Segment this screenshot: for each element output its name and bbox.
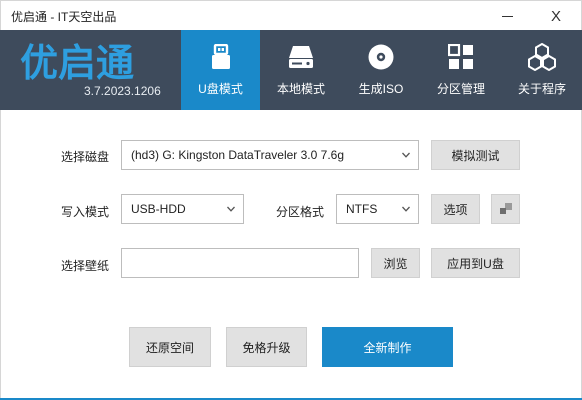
chevron-down-icon xyxy=(402,206,410,212)
close-icon: X xyxy=(550,7,561,25)
wallpaper-path-input[interactable] xyxy=(121,248,359,278)
write-mode-select[interactable]: USB-HDD xyxy=(121,194,244,224)
partition-format-label: 分区格式 xyxy=(276,205,325,219)
close-button[interactable]: X xyxy=(541,5,571,27)
tab-local-mode[interactable]: 本地模式 xyxy=(262,30,340,110)
disk-select-value: (hd3) G: Kingston DataTraveler 3.0 7.6g xyxy=(131,148,344,162)
apply-to-usb-button[interactable]: 应用到U盘 xyxy=(431,248,520,278)
disk-select[interactable]: (hd3) G: Kingston DataTraveler 3.0 7.6g xyxy=(121,140,419,170)
write-mode-label: 写入模式 xyxy=(61,205,110,219)
disc-icon xyxy=(367,43,395,71)
tab-label: 关于程序 xyxy=(517,82,566,96)
write-mode-value: USB-HDD xyxy=(131,202,186,216)
upgrade-without-format-button[interactable]: 免格升级 xyxy=(226,327,307,367)
tab-label: 生成ISO xyxy=(358,82,404,96)
partition-grid-icon xyxy=(447,43,475,71)
create-new-button[interactable]: 全新制作 xyxy=(322,327,453,367)
advanced-toggle-button[interactable] xyxy=(491,194,520,224)
restore-space-button[interactable]: 还原空间 xyxy=(129,327,211,367)
tab-label: 本地模式 xyxy=(276,82,325,96)
cubes-icon xyxy=(528,43,556,71)
hard-disk-icon xyxy=(287,43,315,71)
disk-label: 选择磁盘 xyxy=(61,150,110,164)
usb-drive-icon xyxy=(207,43,235,71)
minimize-button[interactable] xyxy=(492,5,522,27)
squares-icon xyxy=(499,203,512,214)
chevron-down-icon xyxy=(227,206,235,212)
window-title: 优启通 - IT天空出品 xyxy=(11,10,117,24)
window-border-left xyxy=(0,110,1,398)
partition-format-value: NTFS xyxy=(346,202,378,216)
app-version: 3.7.2023.1206 xyxy=(84,84,161,98)
tab-label: U盘模式 xyxy=(198,82,243,96)
tab-about[interactable]: 关于程序 xyxy=(502,30,582,110)
app-logo: 优启通 xyxy=(20,41,134,82)
minimize-icon xyxy=(501,15,513,17)
top-nav-bar: 优启通 3.7.2023.1206 U盘模式 本地模式 生成ISO 分区管理 关… xyxy=(0,30,582,110)
wallpaper-label: 选择壁纸 xyxy=(61,259,110,273)
chevron-down-icon xyxy=(402,152,410,158)
tab-usb-mode[interactable]: U盘模式 xyxy=(181,30,260,110)
partition-format-select[interactable]: NTFS xyxy=(336,194,419,224)
browse-button[interactable]: 浏览 xyxy=(371,248,420,278)
title-bar: 优启通 - IT天空出品 X xyxy=(0,0,582,30)
tab-partition-manage[interactable]: 分区管理 xyxy=(422,30,500,110)
tab-label: 分区管理 xyxy=(436,82,485,96)
tab-generate-iso[interactable]: 生成ISO xyxy=(342,30,420,110)
simulate-test-button[interactable]: 模拟测试 xyxy=(431,140,520,170)
logo-text: 优启通 xyxy=(20,41,134,82)
options-button[interactable]: 选项 xyxy=(431,194,480,224)
